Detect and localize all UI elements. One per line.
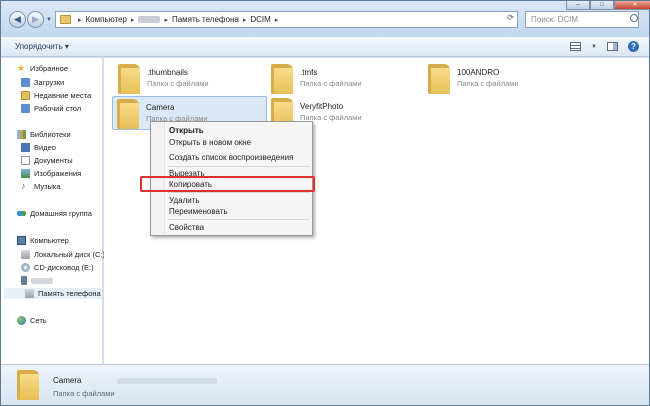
folder-name: .thumbnails bbox=[147, 68, 188, 77]
help-icon[interactable]: ? bbox=[628, 41, 639, 52]
folder-item-thumbnails[interactable]: .thumbnails Папка с файлами bbox=[114, 62, 269, 96]
window-caption-buttons: – □ ✕ bbox=[566, 1, 650, 11]
back-arrow-icon[interactable]: ◀ bbox=[9, 11, 26, 28]
command-bar: Упорядочить ▾ ▼ ? bbox=[1, 37, 649, 57]
menu-item-delete[interactable]: Удалить bbox=[169, 196, 200, 205]
video-library-icon bbox=[21, 143, 30, 152]
portable-device-icon bbox=[21, 276, 27, 285]
menu-item-open-new-window[interactable]: Открыть в новом окне bbox=[169, 138, 251, 147]
copy-highlight-annotation bbox=[140, 176, 315, 192]
details-redacted-info bbox=[117, 378, 217, 384]
breadcrumb-device-redacted[interactable] bbox=[138, 16, 161, 23]
sidebar-item-local-disk[interactable]: Локальный диск (C:) bbox=[21, 249, 105, 260]
view-options-chevron-icon[interactable]: ▼ bbox=[591, 44, 597, 50]
breadcrumb-computer[interactable]: Компьютер bbox=[86, 15, 127, 24]
sidebar-item-homegroup[interactable]: Домашняя группа bbox=[17, 208, 92, 219]
folder-item-100andro[interactable]: 100ANDRO Папка с файлами bbox=[424, 62, 579, 96]
homegroup-icon bbox=[17, 209, 26, 218]
toolbar-right-icons: ▼ ? bbox=[570, 41, 639, 52]
libraries-icon bbox=[17, 130, 26, 139]
folder-name: VeryfitPhoto bbox=[300, 102, 344, 111]
forward-arrow-icon[interactable]: ▶ bbox=[27, 11, 44, 28]
phone-storage-icon bbox=[25, 289, 34, 298]
sidebar-item-recent-places[interactable]: Недавние места bbox=[21, 90, 91, 101]
sidebar-item-pictures[interactable]: Изображения bbox=[21, 168, 81, 179]
close-icon[interactable]: ✕ bbox=[614, 1, 650, 10]
desktop-icon bbox=[21, 104, 30, 113]
sidebar-item-favorites[interactable]: ★ Избранное bbox=[17, 63, 68, 74]
organize-label: Упорядочить bbox=[15, 42, 63, 51]
details-folder-name: Camera bbox=[53, 376, 82, 385]
navigation-bar: ◀ ▶ ▼ ▸ Компьютер ▸ ▸ Память телефона ▸ … bbox=[1, 1, 650, 37]
folder-icon bbox=[271, 64, 293, 94]
folder-name: .tmfs bbox=[300, 68, 318, 77]
sidebar-item-documents[interactable]: Документы bbox=[21, 155, 73, 166]
sidebar-item-video[interactable]: Видео bbox=[21, 142, 56, 153]
breadcrumb-chevron-icon[interactable]: ▸ bbox=[164, 16, 168, 24]
recent-pages-chevron-icon[interactable]: ▼ bbox=[46, 17, 52, 23]
explorer-window: ◀ ▶ ▼ ▸ Компьютер ▸ ▸ Память телефона ▸ … bbox=[0, 0, 650, 406]
hard-disk-icon bbox=[21, 250, 30, 259]
cd-drive-icon bbox=[21, 263, 30, 272]
maximize-icon[interactable]: □ bbox=[590, 1, 614, 10]
sidebar-item-phone-memory[interactable]: Память телефона bbox=[4, 288, 102, 299]
search-input[interactable]: Поиск: DCIM bbox=[525, 11, 639, 28]
sidebar-item-downloads[interactable]: Загрузки bbox=[21, 77, 64, 88]
sidebar-item-libraries[interactable]: Библиотеки bbox=[17, 129, 71, 140]
sidebar-item-device-redacted[interactable] bbox=[21, 275, 53, 286]
sidebar-item-music[interactable]: ♪ Музыка bbox=[21, 181, 61, 192]
folder-type: Папка с файлами bbox=[457, 79, 519, 88]
organize-button[interactable]: Упорядочить ▾ bbox=[15, 42, 69, 51]
change-view-icon[interactable] bbox=[570, 42, 582, 51]
recent-places-icon bbox=[21, 91, 30, 100]
breadcrumb-phone-memory[interactable]: Память телефона bbox=[172, 15, 239, 24]
preview-pane-icon[interactable] bbox=[607, 42, 618, 51]
star-icon: ★ bbox=[17, 63, 26, 73]
menu-separator bbox=[168, 166, 310, 167]
folder-icon bbox=[117, 99, 139, 129]
sidebar-item-desktop[interactable]: Рабочий стол bbox=[21, 103, 81, 114]
music-note-icon: ♪ bbox=[21, 181, 26, 191]
downloads-folder-icon bbox=[21, 78, 30, 87]
menu-separator bbox=[168, 219, 310, 220]
breadcrumb-chevron-icon[interactable]: ▸ bbox=[78, 16, 82, 24]
sidebar-item-computer[interactable]: Компьютер bbox=[17, 235, 69, 246]
sidebar-item-cd-drive[interactable]: CD-дисковод (E:) bbox=[21, 262, 94, 273]
breadcrumb-chevron-icon[interactable]: ▸ bbox=[131, 16, 135, 24]
computer-icon bbox=[17, 236, 26, 245]
navigation-pane: ★ Избранное Загрузки Недавние места Рабоч… bbox=[1, 58, 105, 364]
breadcrumb-chevron-icon[interactable]: ▸ bbox=[243, 16, 247, 24]
menu-item-open[interactable]: Открыть bbox=[169, 126, 204, 135]
details-pane: Camera Папка с файлами bbox=[1, 364, 649, 405]
folder-icon bbox=[17, 370, 39, 400]
pictures-library-icon bbox=[21, 169, 30, 178]
sidebar-item-network[interactable]: Сеть bbox=[17, 315, 47, 326]
menu-separator bbox=[168, 192, 310, 193]
minimize-icon[interactable]: – bbox=[566, 1, 590, 10]
menu-item-rename[interactable]: Переименовать bbox=[169, 207, 228, 216]
folder-name: Camera bbox=[146, 103, 175, 112]
search-icon[interactable] bbox=[630, 14, 638, 22]
network-icon bbox=[17, 316, 26, 325]
details-folder-type: Папка с файлами bbox=[53, 389, 115, 398]
breadcrumb-chevron-icon[interactable]: ▸ bbox=[275, 16, 279, 24]
folder-type: Папка с файлами bbox=[147, 79, 209, 88]
documents-library-icon bbox=[21, 156, 30, 165]
address-bar[interactable]: ▸ Компьютер ▸ ▸ Память телефона ▸ DCIM ▸… bbox=[55, 11, 518, 28]
folder-item-tmfs[interactable]: .tmfs Папка с файлами bbox=[267, 62, 422, 96]
redacted-device-name bbox=[31, 277, 53, 284]
refresh-icon[interactable]: ⟳ bbox=[507, 13, 514, 22]
breadcrumb-dcim[interactable]: DCIM bbox=[250, 15, 270, 24]
folder-icon bbox=[60, 15, 71, 24]
menu-item-create-playlist[interactable]: Создать список воспроизведения bbox=[169, 153, 293, 162]
folder-icon bbox=[428, 64, 450, 94]
folder-name: 100ANDRO bbox=[457, 68, 500, 77]
menu-item-properties[interactable]: Свойства bbox=[169, 223, 204, 232]
folder-icon bbox=[118, 64, 140, 94]
folder-type: Папка с файлами bbox=[300, 79, 362, 88]
